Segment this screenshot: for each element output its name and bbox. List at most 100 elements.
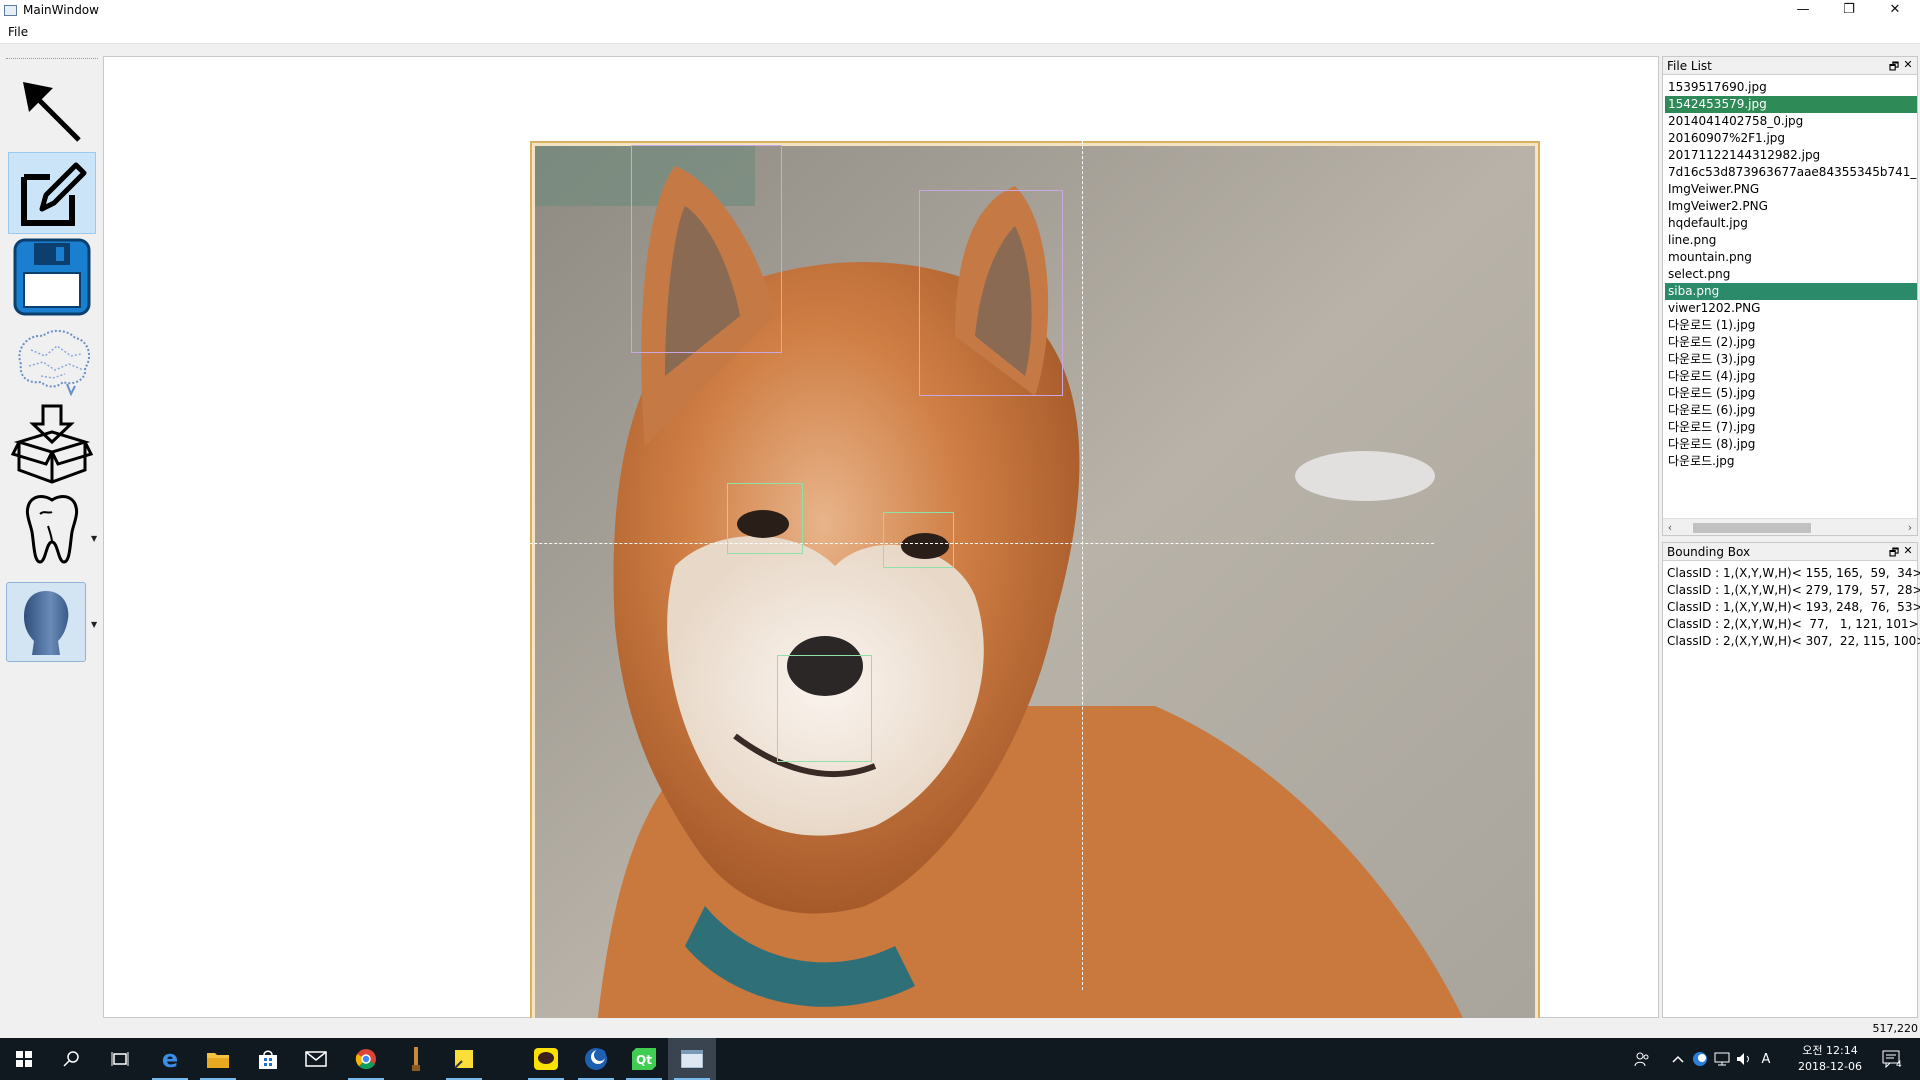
bbox-class1-nose[interactable] [777,655,872,762]
file-list-scrollbar[interactable]: ‹ › [1663,518,1917,535]
sticky-notes-icon[interactable] [440,1038,488,1080]
file-list-item[interactable]: 다운로드 (6).jpg [1665,402,1917,419]
file-list-item[interactable]: hqdefault.jpg [1665,215,1917,232]
minimize-button[interactable]: — [1780,0,1826,22]
window-title: MainWindow [23,3,99,17]
file-list-item[interactable]: 다운로드 (5).jpg [1665,385,1917,402]
head-icon [24,591,69,655]
clock-date: 2018-12-06 [1798,1060,1862,1073]
file-list-item[interactable]: 다운로드.jpg [1665,453,1917,470]
file-list-item[interactable]: 1542453579.jpg [1665,96,1917,113]
bounding-box-item[interactable]: ClassID : 1,(X,Y,W,H)< 155, 165, 59, 34> [1667,565,1920,582]
volume-icon[interactable] [1734,1038,1754,1080]
bounding-box-item[interactable]: ClassID : 1,(X,Y,W,H)< 193, 248, 76, 53> [1667,599,1920,616]
close-button[interactable]: ✕ [1872,0,1918,22]
bbox-class1-right-eye[interactable] [883,512,954,568]
app-window-icon[interactable] [668,1038,716,1080]
arrow-cursor-icon [23,82,81,142]
clock-time: 오전 12:14 [1802,1044,1858,1057]
dock-close-icon[interactable]: ✕ [1901,544,1915,557]
task-view-icon[interactable] [96,1038,144,1080]
cursor-coordinates: 517,220 [1872,1022,1919,1035]
windows-start-icon[interactable] [0,1038,48,1080]
taskbar: e Qt A 오전 12:14 2018-12-06 4 [0,1038,1920,1080]
dock-close-icon[interactable]: ✕ [1901,58,1915,71]
brain-icon [18,330,91,396]
file-list-item[interactable]: 2014041402758_0.jpg [1665,113,1917,130]
tooth-tool-dropdown-icon[interactable]: ▼ [91,534,99,543]
face-tool-dropdown-icon[interactable]: ▼ [91,620,99,629]
ime-indicator[interactable]: A [1756,1038,1776,1080]
file-list-item[interactable]: viwer1202.PNG [1665,300,1917,317]
tooth-tool-button[interactable] [8,488,96,570]
chevron-up-icon[interactable] [1668,1038,1688,1080]
display-icon[interactable] [1712,1038,1732,1080]
notification-count: 4 [1896,1060,1902,1070]
bounding-box-dock: Bounding Box 🗗 ✕ ClassID : 1,(X,Y,W,H)< … [1662,542,1920,1018]
bounding-box-header: Bounding Box 🗗 ✕ [1663,543,1917,561]
file-list-item[interactable]: 1539517690.jpg [1665,79,1917,96]
bbox-class2-right-ear[interactable] [919,190,1063,396]
bbox-class2-left-ear[interactable] [631,145,782,353]
file-list-item[interactable]: 다운로드 (8).jpg [1665,436,1917,453]
file-list-item[interactable]: siba.png [1665,283,1917,300]
scroll-left-icon[interactable]: ‹ [1663,519,1677,536]
file-list-item[interactable]: 다운로드 (2).jpg [1665,334,1917,351]
file-list-item[interactable]: line.png [1665,232,1917,249]
face-tool-button[interactable] [6,582,86,662]
import-tool-button[interactable] [8,404,96,486]
menu-file[interactable]: File [8,25,28,39]
ai-tool-button[interactable] [8,320,96,402]
bounding-box-title: Bounding Box [1667,545,1751,559]
file-list-item[interactable]: select.png [1665,266,1917,283]
file-explorer-icon[interactable] [194,1038,242,1080]
file-list-item[interactable]: 20160907%2F1.jpg [1665,130,1917,147]
file-list-item[interactable]: 다운로드 (7).jpg [1665,419,1917,436]
save-tool-button[interactable] [8,236,96,318]
image-canvas[interactable] [103,56,1659,1049]
file-list-item[interactable]: 20171122144312982.jpg [1665,147,1917,164]
dock-float-icon[interactable]: 🗗 [1887,58,1901,77]
file-list-header: File List 🗗 ✕ [1663,57,1917,75]
toolbar-grip[interactable] [6,58,98,60]
crosshair-horizontal [429,543,1434,544]
qt-icon[interactable]: Qt [620,1038,668,1080]
kakaotalk-icon[interactable] [522,1038,570,1080]
file-list: 1539517690.jpg 1542453579.jpg 201404140275… [1665,79,1917,470]
search-icon[interactable] [48,1038,96,1080]
bounding-box-item[interactable]: ClassID : 2,(X,Y,W,H)< 307, 22, 115, 100… [1667,633,1920,650]
edge-icon[interactable]: e [146,1038,194,1080]
bounding-box-item[interactable]: ClassID : 2,(X,Y,W,H)< 77, 1, 121, 101> [1667,616,1919,633]
restore-button[interactable]: ❐ [1826,0,1872,22]
file-list-item[interactable]: 다운로드 (4).jpg [1665,368,1917,385]
bounding-box-item[interactable]: ClassID : 1,(X,Y,W,H)< 279, 179, 57, 28> [1667,582,1920,599]
bounding-box-list: ClassID : 1,(X,Y,W,H)< 155, 165, 59, 34>… [1667,565,1920,650]
app-window-icon [4,5,17,16]
dock-float-icon[interactable]: 🗗 [1887,544,1901,563]
file-list-item[interactable]: 다운로드 (3).jpg [1665,351,1917,368]
tooth-icon [25,495,79,564]
people-icon[interactable] [1630,1038,1654,1080]
svg-text:Qt: Qt [636,1053,652,1067]
file-list-item[interactable]: mountain.png [1665,249,1917,266]
scroll-thumb[interactable] [1693,523,1811,533]
tools-icon[interactable] [392,1038,440,1080]
qt-creator-icon[interactable] [572,1038,620,1080]
notification-center-icon[interactable]: 4 [1874,1038,1910,1080]
file-list-title: File List [1667,59,1712,73]
store-icon[interactable] [244,1038,292,1080]
status-bar: 517,220 [0,1018,1920,1038]
taskbar-clock[interactable]: 오전 12:14 2018-12-06 [1790,1043,1870,1075]
chrome-icon[interactable] [342,1038,390,1080]
mail-icon[interactable] [292,1038,340,1080]
select-tool-button[interactable] [8,70,96,152]
edit-tool-button[interactable] [8,152,96,234]
scroll-right-icon[interactable]: › [1903,519,1917,536]
file-list-item[interactable]: ImgVeiwer.PNG [1665,181,1917,198]
file-list-item[interactable]: ImgVeiwer2.PNG [1665,198,1917,215]
file-list-item[interactable]: 7d16c53d873963677aae84355345b741_1j6X [1665,164,1917,181]
network-globe-icon[interactable] [1690,1038,1710,1080]
title-bar: MainWindow — ❐ ✕ [0,0,1920,22]
file-list-dock: File List 🗗 ✕ 1539517690.jpg 1542453579.j… [1662,56,1918,536]
file-list-item[interactable]: 다운로드 (1).jpg [1665,317,1917,334]
